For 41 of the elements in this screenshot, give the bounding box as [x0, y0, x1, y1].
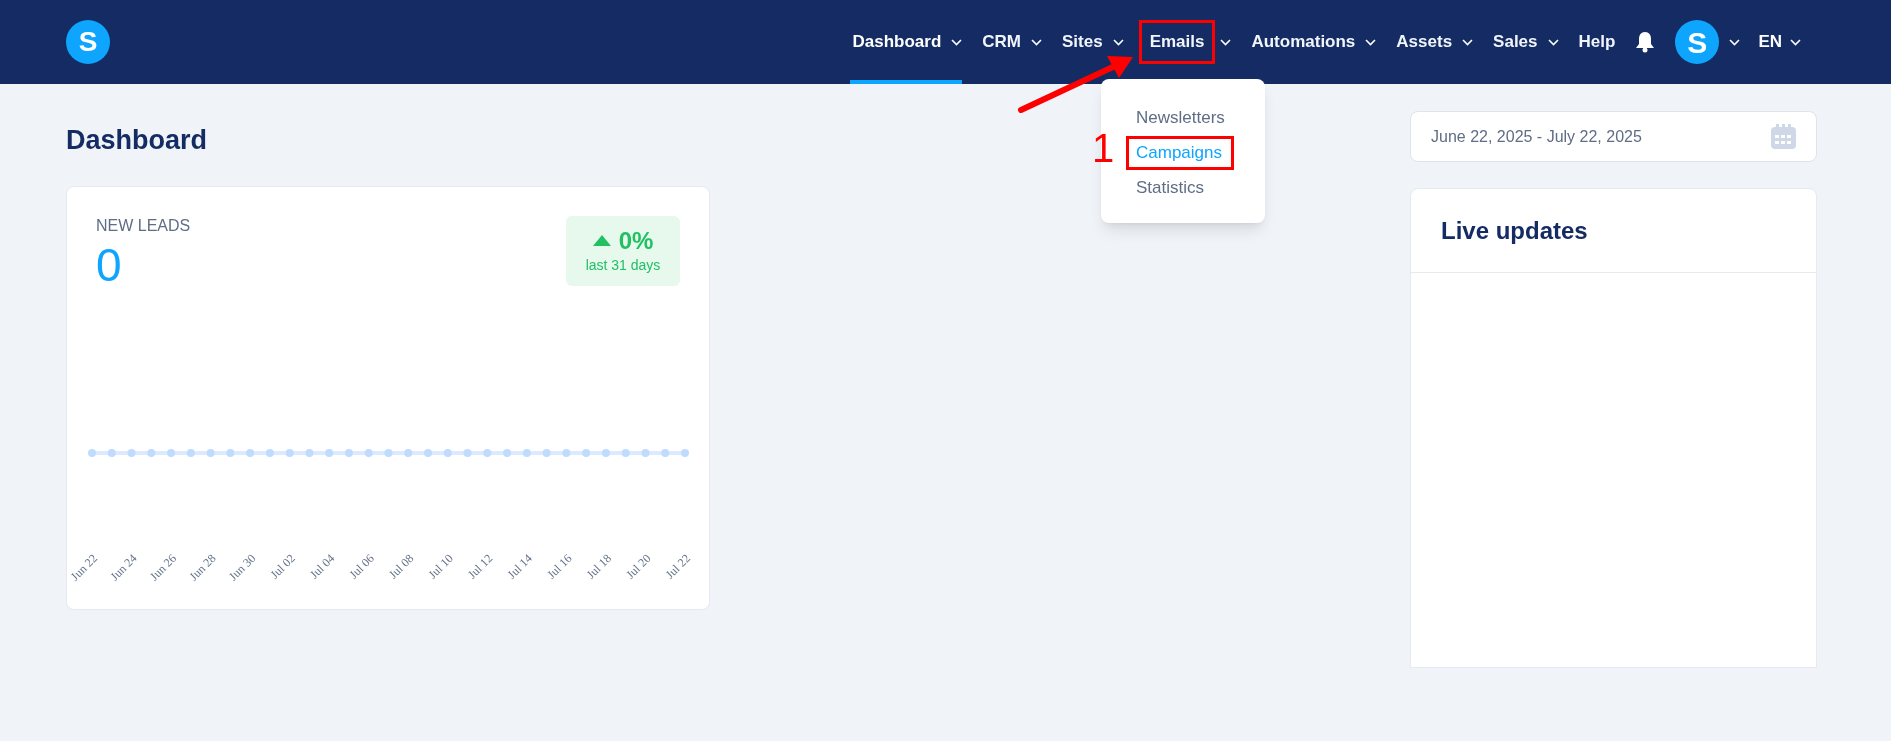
axis-label: Jul 08: [385, 551, 417, 582]
axis-label: Jun 28: [186, 551, 219, 584]
card-title: NEW LEADS: [96, 216, 191, 236]
axis-label: Jul 22: [662, 551, 694, 582]
caret-icon: [1790, 38, 1801, 46]
axis-label: Jul 20: [623, 551, 654, 582]
step-number: 1: [1092, 126, 1115, 170]
nav-link[interactable]: Sales: [1491, 23, 1540, 61]
change-percent: 0%: [618, 226, 654, 255]
nav-link[interactable]: Sites: [1060, 23, 1105, 61]
lead-count: 0: [96, 238, 122, 293]
caret-icon: [1729, 38, 1741, 46]
nav-link[interactable]: Automations: [1249, 23, 1358, 61]
axis-label: Jul 10: [425, 551, 456, 582]
nav-link[interactable]: Emails: [1141, 23, 1213, 61]
language-selector[interactable]: EN: [1758, 29, 1782, 55]
axis-label: Jun 22: [67, 551, 101, 584]
axis-label: Jul 14: [504, 551, 535, 582]
notification-bell-icon[interactable]: [1635, 31, 1656, 53]
page-title: Dashboard: [66, 124, 209, 157]
axis-label: Jul 18: [583, 551, 615, 582]
date-range-field[interactable]: June 22, 2025 - July 22, 2025: [1410, 111, 1817, 162]
nav-link[interactable]: CRM: [980, 23, 1023, 61]
date-range-text: June 22, 2025 - July 22, 2025: [1431, 126, 1642, 147]
nav-link[interactable]: Dashboard: [850, 23, 944, 61]
axis-label: Jul 06: [346, 551, 377, 582]
axis-label: Jun 24: [107, 551, 140, 584]
up-triangle-icon: [592, 235, 611, 246]
menu-item[interactable]: Newsletters: [1136, 105, 1225, 131]
calendar-icon: [1771, 124, 1796, 149]
axis-label: Jun 26: [146, 551, 180, 584]
axis-label: Jul 04: [306, 551, 338, 582]
axis-label: Jun 30: [225, 551, 259, 584]
nav-link[interactable]: Help: [1576, 23, 1618, 61]
axis-label: Jul 16: [544, 551, 575, 582]
axis-label: Jul 12: [465, 551, 496, 582]
menu-item[interactable]: Statistics: [1136, 175, 1205, 201]
nav-link[interactable]: Assets: [1394, 23, 1455, 61]
change-period: last 31 days: [585, 255, 661, 275]
axis-label: Jul 02: [267, 551, 298, 582]
card-title: Live updates: [1411, 189, 1816, 273]
